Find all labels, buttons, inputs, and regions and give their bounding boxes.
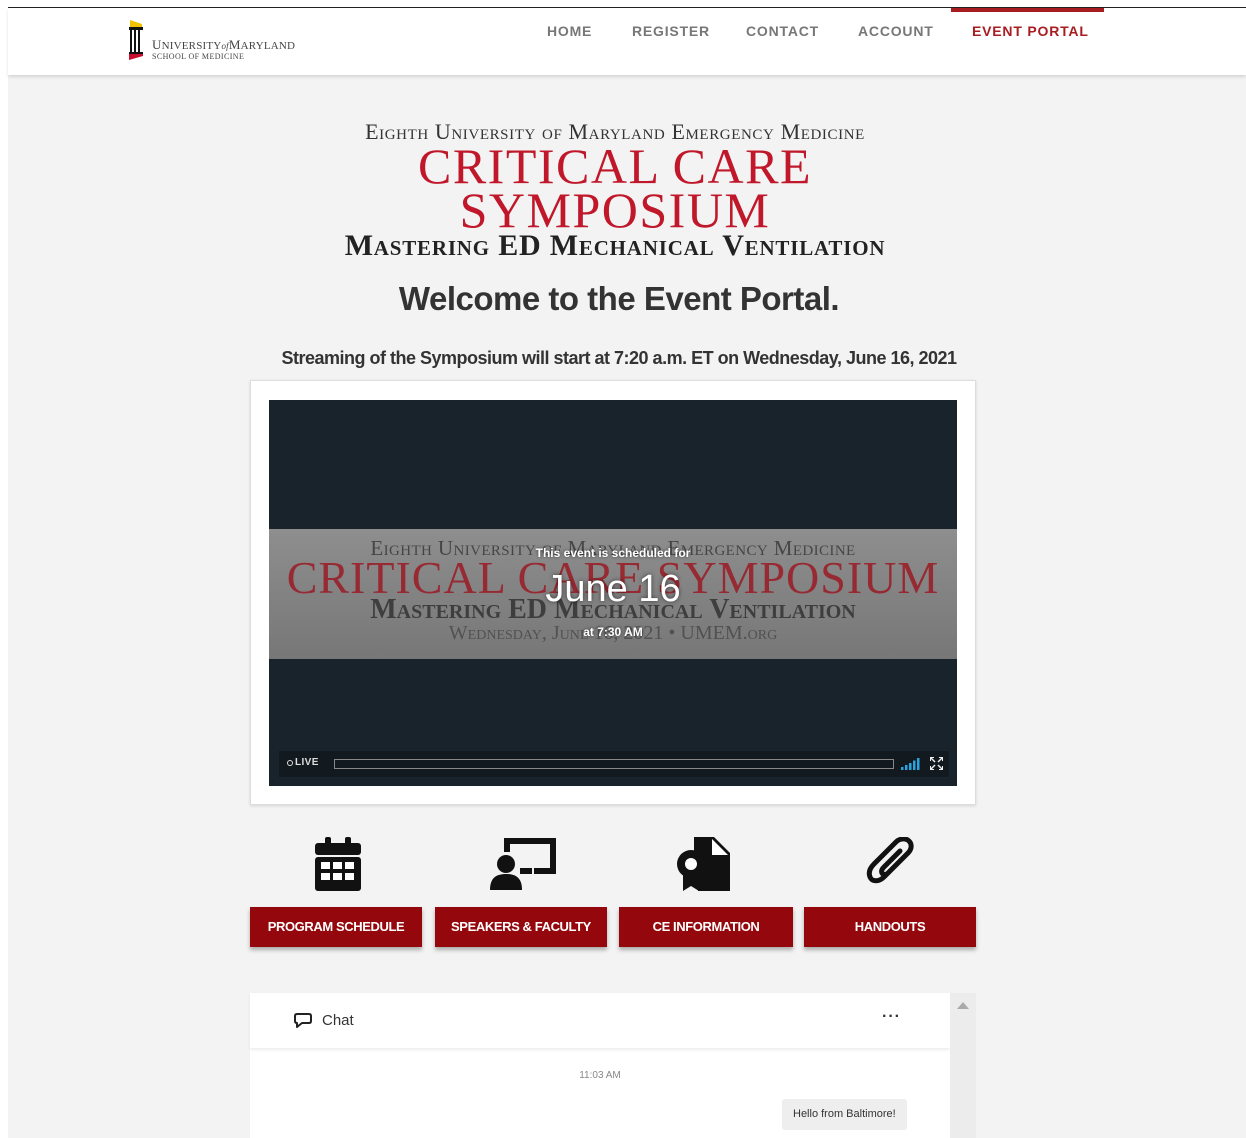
handouts-button[interactable]: HANDOUTS bbox=[804, 907, 976, 947]
nav-active-indicator bbox=[951, 8, 1104, 12]
player-controls: LIVE bbox=[279, 751, 949, 777]
nav-register[interactable]: REGISTER bbox=[632, 23, 710, 39]
chat-more-menu[interactable]: ··· bbox=[882, 1008, 901, 1026]
program-schedule-button[interactable]: PROGRAM SCHEDULE bbox=[250, 907, 422, 947]
banner-line3: Mastering ED Mechanical Ventilation bbox=[344, 229, 886, 262]
scheduled-date: June 16 bbox=[545, 568, 681, 610]
nav-home[interactable]: HOME bbox=[547, 23, 592, 39]
calendar-icon bbox=[308, 835, 368, 893]
paperclip-icon bbox=[860, 835, 920, 893]
nav-contact[interactable]: CONTACT bbox=[746, 23, 819, 39]
scroll-up-arrow-icon[interactable] bbox=[957, 1002, 969, 1009]
video-player[interactable]: Eighth University of Maryland Emergency … bbox=[269, 400, 957, 786]
nav-account[interactable]: ACCOUNT bbox=[858, 23, 934, 39]
chat-title: Chat bbox=[322, 1012, 354, 1029]
scheduled-time: at 7:30 AM bbox=[583, 625, 643, 639]
chat-panel: Chat ··· 11:03 AM Hello from Baltimore! bbox=[250, 993, 950, 1138]
event-poster: Eighth University of Maryland Emergency … bbox=[269, 529, 957, 659]
live-dot-icon bbox=[287, 760, 293, 766]
ce-information-button[interactable]: CE INFORMATION bbox=[619, 907, 793, 947]
logo-subtitle: SCHOOL OF MEDICINE bbox=[152, 52, 245, 61]
chat-scrollbar[interactable] bbox=[950, 993, 976, 1138]
progress-bar[interactable] bbox=[334, 759, 894, 769]
speakers-faculty-button[interactable]: SPEAKERS & FACULTY bbox=[435, 907, 607, 947]
university-logo[interactable]: UNIVERSITYofMARYLAND SCHOOL OF MEDICINE bbox=[128, 20, 328, 61]
presenter-icon bbox=[488, 835, 558, 893]
live-label[interactable]: LIVE bbox=[295, 757, 319, 768]
banner-line2: Critical Care Symposium bbox=[417, 138, 813, 238]
volume-bars-icon[interactable] bbox=[901, 758, 923, 770]
chat-timestamp: 11:03 AM bbox=[579, 1070, 621, 1081]
streaming-note: Streaming of the Symposium will start at… bbox=[281, 348, 957, 368]
chat-header: Chat ··· bbox=[250, 993, 950, 1048]
symposium-banner: Eighth University of Maryland Emergency … bbox=[280, 120, 950, 262]
main-content: Eighth University of Maryland Emergency … bbox=[8, 75, 1246, 1138]
nav-event-portal[interactable]: EVENT PORTAL bbox=[972, 23, 1089, 39]
scheduled-label: This event is scheduled for bbox=[535, 546, 691, 560]
logo-wordmark: UNIVERSITYofMARYLAND SCHOOL OF MEDICINE bbox=[152, 37, 296, 61]
site-header: UNIVERSITYofMARYLAND SCHOOL OF MEDICINE … bbox=[8, 8, 1246, 75]
chat-message: Hello from Baltimore! bbox=[782, 1099, 907, 1130]
fullscreen-icon[interactable] bbox=[930, 757, 943, 770]
certificate-icon bbox=[673, 835, 733, 893]
mace-icon bbox=[129, 20, 143, 60]
page-title: Welcome to the Event Portal. bbox=[398, 280, 840, 317]
video-player-card: Eighth University of Maryland Emergency … bbox=[250, 380, 976, 805]
chat-bubble-icon bbox=[294, 1013, 312, 1028]
